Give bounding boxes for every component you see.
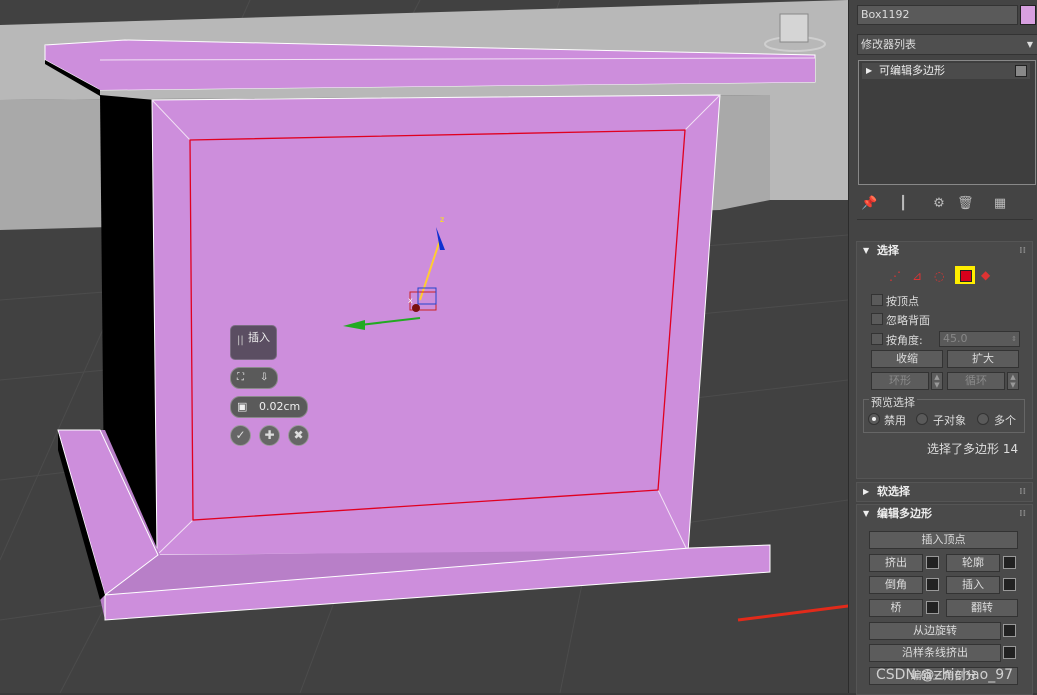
edit-polygons-title: 编辑多边形 [877,507,932,520]
object-name-text: Box1192 [861,8,910,21]
expand-triangle-icon[interactable]: ▶ [866,63,872,79]
by-angle-label: 按角度: [886,334,923,347]
loop-spinner[interactable]: ▲ ▼ [1007,372,1019,390]
spinner-arrows-icon[interactable]: ⇕ [1011,332,1017,346]
soft-selection-title: 软选择 [877,485,910,498]
ring-spinner[interactable]: ▲ ▼ [931,372,943,390]
outline-settings-icon[interactable] [1003,556,1016,569]
bridge-button[interactable]: 桥 [869,599,923,617]
polygon-mode-icon[interactable] [955,266,975,284]
perspective-viewport[interactable]: z x || 插入 ⛶ ⇩ ▣ 0.02cm ✓ ✚ ✖ [0,0,848,693]
object-color-swatch[interactable] [1020,5,1036,25]
inset-amount-value: 0.02cm [259,400,301,413]
inset-amount-field[interactable]: ▣ 0.02cm [230,396,308,418]
ignore-backfacing-label: 忽略背面 [886,314,930,327]
inset-button[interactable]: 插入 [946,576,1000,594]
caddy-grip-icon[interactable]: || [237,335,244,346]
chevron-down-icon: ⇩ [260,372,269,383]
edge-mode-icon[interactable]: ⊿ [912,269,922,283]
by-vertex-label: 按顶点 [886,295,919,308]
hinge-from-edge-button[interactable]: 从边旋转 [869,622,1001,640]
inset-group-icon: ⛶ [237,372,244,383]
preview-disabled-radio[interactable] [868,413,880,425]
inset-caddy-title: || 插入 [230,325,277,360]
inset-type-dropdown[interactable]: ⛶ ⇩ [230,367,278,389]
hinge-settings-icon[interactable] [1003,624,1016,637]
pin-stack-icon[interactable]: 📌 [861,196,877,212]
make-unique-icon[interactable]: ⚙ [931,196,947,212]
modifier-list-dropdown[interactable]: 修改器列表 ▼ [857,34,1037,55]
drag-handle-icon[interactable]: ⁞⁞ [1019,242,1026,260]
object-name-field[interactable]: Box1192 [857,5,1018,25]
watermark: CSDN @zhichao_97 [876,667,1014,683]
preview-selection-group: 预览选择 禁用 子对象 多个 [863,394,1025,433]
preview-selection-title: 预览选择 [869,394,917,410]
scene-render [0,0,848,693]
chevron-down-icon: ▼ [1026,40,1033,49]
cancel-button[interactable]: ✖ [288,425,309,446]
configure-sets-icon[interactable]: ▦ [992,196,1008,212]
grow-button[interactable]: 扩大 [947,350,1019,368]
bridge-settings-icon[interactable] [926,601,939,614]
stack-item-editable-poly[interactable]: ▶ 可编辑多边形 [862,63,1030,79]
edit-polygons-header[interactable]: ▼ 编辑多边形 ⁞⁞ [857,505,1032,523]
gizmo-x-label: x [408,296,413,305]
command-panel: Box1192 修改器列表 ▼ ▶ 可编辑多边形 📌 ┃ ⚙ 🗑 ▦ ▼ 选择 … [848,0,1037,695]
extrude-settings-icon[interactable] [926,556,939,569]
extrude-along-spline-button[interactable]: 沿样条线挤出 [869,644,1001,662]
drag-handle-icon[interactable]: ⁞⁞ [1019,483,1026,501]
gizmo-z-label: z [440,215,445,224]
show-end-result-icon[interactable]: ┃ [895,196,911,212]
bevel-button[interactable]: 倒角 [869,576,923,594]
loop-button[interactable]: 循环 [947,372,1005,390]
preview-multi-label: 多个 [994,414,1016,427]
drag-handle-icon[interactable]: ⁞⁞ [1019,505,1026,523]
selection-status: 选择了多边形 14 [927,442,1019,456]
stack-item-toggle-icon[interactable] [1015,65,1027,77]
extrude-spline-settings-icon[interactable] [1003,646,1016,659]
inset-settings-icon[interactable] [1003,578,1016,591]
soft-selection-header[interactable]: ▶ 软选择 ⁞⁞ [857,483,1032,501]
insert-vertex-button[interactable]: 插入顶点 [869,531,1018,549]
by-angle-checkbox[interactable] [871,333,883,345]
ok-button[interactable]: ✓ [230,425,251,446]
stack-item-label: 可编辑多边形 [879,64,945,77]
by-vertex-checkbox[interactable] [871,294,883,306]
extrude-button[interactable]: 挤出 [869,554,923,572]
outline-button[interactable]: 轮廓 [946,554,1000,572]
ring-button[interactable]: 环形 [871,372,929,390]
preview-multi-radio[interactable] [977,413,989,425]
selection-title: 选择 [877,244,899,257]
divider [857,219,1033,220]
vertex-mode-icon[interactable]: ⋰ [889,269,901,283]
flip-button[interactable]: 翻转 [946,599,1018,617]
soft-selection-rollout: ▶ 软选择 ⁞⁞ [856,482,1033,502]
border-mode-icon[interactable]: ◌ [934,269,944,283]
element-mode-icon[interactable]: ◆ [981,268,990,282]
ignore-backfacing-checkbox[interactable] [871,313,883,325]
shrink-button[interactable]: 收缩 [871,350,943,368]
modifier-stack[interactable]: ▶ 可编辑多边形 [858,60,1036,185]
preview-subobject-radio[interactable] [916,413,928,425]
inset-amount-icon: ▣ [237,400,248,413]
angle-spinner[interactable]: 45.0 ⇕ [939,331,1020,347]
collapse-icon: ▼ [863,509,870,518]
preview-disabled-label: 禁用 [884,414,906,427]
selection-rollout-header[interactable]: ▼ 选择 ⁞⁞ [857,242,1032,260]
caddy-title-label: 插入 [248,331,270,344]
selection-rollout: ▼ 选择 ⁞⁞ ⋰ ⊿ ◌ ◆ 按顶点 忽略背面 按角度: 45.0 ⇕ 收缩 … [856,241,1033,479]
collapse-icon: ▼ [863,246,870,255]
remove-modifier-icon[interactable]: 🗑 [957,196,974,212]
modifier-list-label: 修改器列表 [861,38,916,51]
angle-value: 45.0 [943,332,968,345]
apply-and-continue-button[interactable]: ✚ [259,425,280,446]
preview-subobject-label: 子对象 [933,414,966,427]
bevel-settings-icon[interactable] [926,578,939,591]
expand-icon: ▶ [863,487,870,496]
annotation-arrow [737,604,848,622]
